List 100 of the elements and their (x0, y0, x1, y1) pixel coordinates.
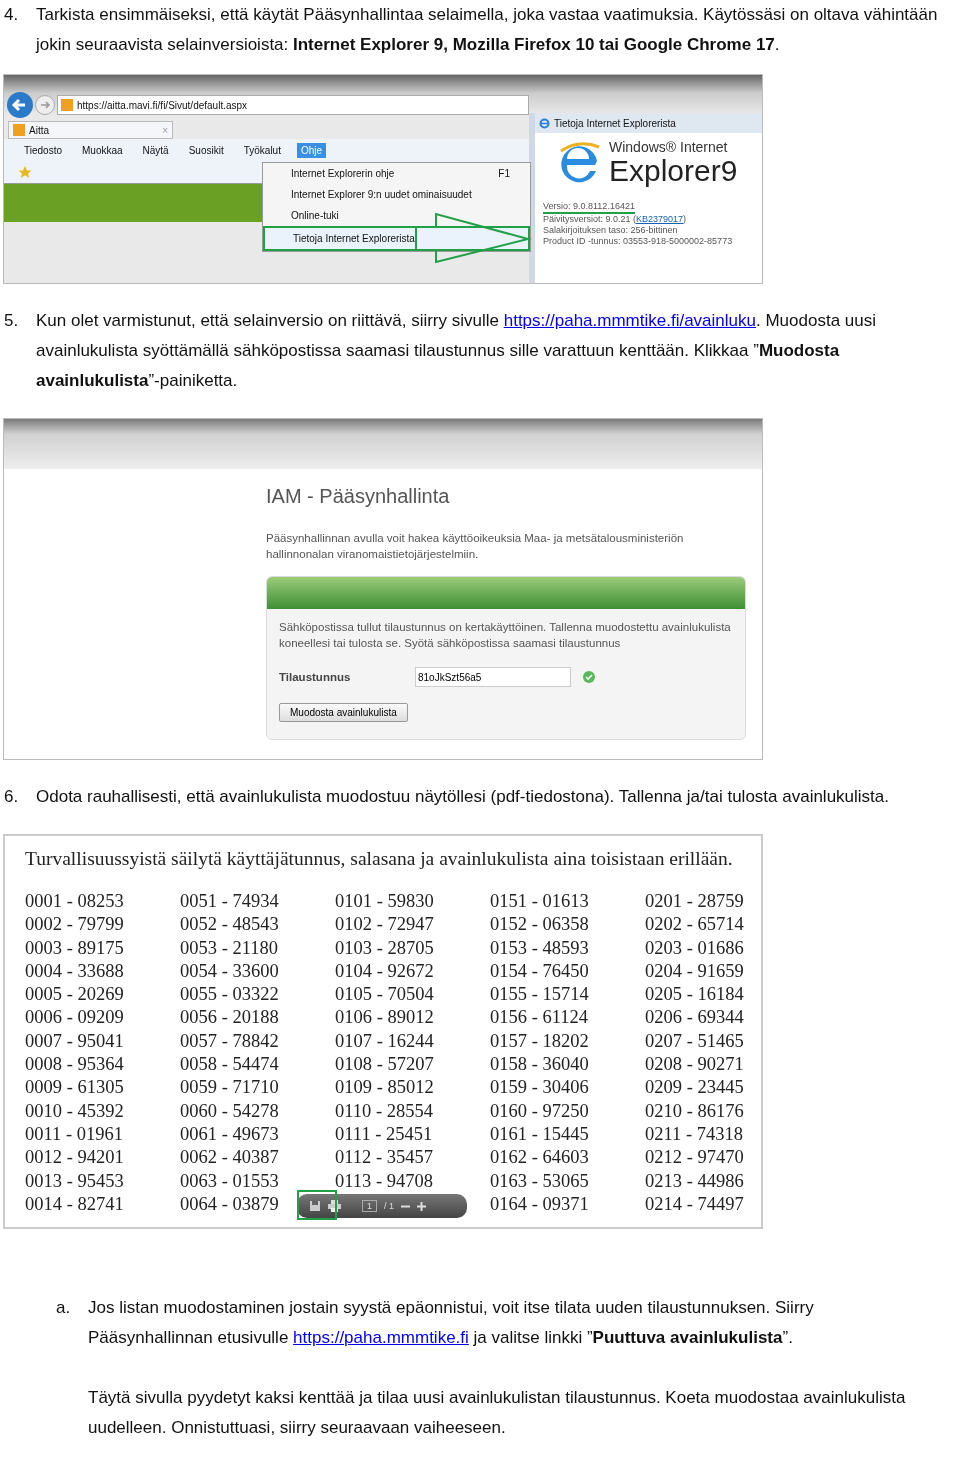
save-icon[interactable] (309, 1200, 321, 1212)
key-code: 0106 - 89012 (335, 1006, 434, 1030)
tab-title: Aitta (29, 124, 50, 136)
browser-logo-icon (539, 117, 550, 129)
key-code: 0007 - 95041 (25, 1029, 124, 1053)
menu-option[interactable]: Online-tuki (263, 205, 530, 226)
key-code: 0162 - 64603 (490, 1146, 589, 1170)
highlight-frame (297, 1190, 337, 1220)
key-code: 0009 - 61305 (25, 1076, 124, 1100)
updates-text: Päivitysversiot: 9.0.21 (KB2379017) (543, 214, 688, 225)
star-icon[interactable] (18, 165, 32, 179)
page-title: IAM - Pääsynhallinta (266, 485, 451, 508)
print-icon[interactable] (328, 1200, 341, 1212)
menu-item[interactable]: Suosikit (184, 142, 228, 158)
key-code: 0010 - 45392 (25, 1099, 124, 1123)
key-code: 0208 - 90271 (645, 1053, 744, 1077)
key-code: 0058 - 54474 (180, 1053, 279, 1077)
menu-item[interactable]: Tiedosto (20, 142, 66, 158)
key-code: 0203 - 01686 (645, 936, 744, 960)
instruction-text: Kun olet varmistunut, että selainversio on riittävä, siirry sivulle https://paha.mmmtike.fi/avainluku. Muodosta uusi avainlukulista syöttämällä sähköpostissa saamasi tilaustunnus sille varattuun kenttään. Klikkaa ”Muodosta avainlukulista”-painiketta. (36, 310, 877, 392)
key-code: 0158 - 36040 (490, 1053, 589, 1077)
zoom-in-icon[interactable] (417, 1201, 427, 1211)
key-code: 0108 - 57207 (335, 1053, 434, 1077)
key-code: 0101 - 59830 (335, 890, 434, 913)
key-code: 0005 - 20269 (25, 983, 124, 1007)
key-code: 0210 - 86176 (645, 1099, 744, 1123)
key-code: 0003 - 89175 (25, 936, 124, 960)
key-code: 0207 - 51465 (645, 1029, 744, 1053)
key-code: 0163 - 53065 (490, 1169, 589, 1193)
key-code: 0152 - 06358 (490, 913, 589, 937)
key-code: 0214 - 74497 (645, 1192, 744, 1216)
key-code: 0051 - 74934 (180, 890, 279, 913)
step-number: a. (56, 1297, 72, 1319)
menu-option[interactable]: Internet Explorerin ohje F1 (263, 163, 530, 184)
site-icon (61, 99, 73, 111)
key-code: 0104 - 92672 (335, 959, 434, 983)
site-icon (13, 124, 25, 136)
key-code: 0156 - 61124 (490, 1006, 588, 1030)
key-code: 0012 - 94201 (25, 1146, 124, 1170)
browser-tab[interactable]: Aitta × (8, 121, 173, 139)
menu-option[interactable]: Tietoja Internet Explorerista (263, 226, 530, 251)
logo-text: Windows® Internet (609, 139, 729, 155)
key-code: 0006 - 09209 (25, 1006, 124, 1030)
key-code: 0161 - 15445 (490, 1122, 589, 1146)
key-code: 0061 - 49673 (180, 1122, 279, 1146)
version-text: Versio: 9.0.8112.16421 (543, 201, 635, 214)
step-number: 5. (4, 310, 20, 332)
key-code: 0209 - 23445 (645, 1076, 744, 1100)
key-code: 0014 - 82741 (25, 1192, 124, 1216)
notice-text: Sähköpostissa tullut tilaustunnus on kertakäyttöinen. Tallenna muodostettu avainlukulista koneellesi tai tulosta se. Syötä sähköpostissa saamasi tilaustunnus (279, 620, 732, 651)
dialog-title: Tietoja Internet Explorerista (554, 117, 676, 129)
address-bar[interactable]: https://aitta.mavi.fi/fi/Sivut/default.aspx (57, 95, 529, 115)
arrow-icon (414, 212, 532, 264)
key-code: 0053 - 21180 (180, 936, 278, 960)
key-code: 0060 - 54278 (180, 1099, 279, 1123)
key-code: 0057 - 78842 (180, 1029, 279, 1053)
key-code: 0013 - 95453 (25, 1169, 124, 1193)
key-code: 0062 - 40387 (180, 1146, 279, 1170)
key-code: 0159 - 30406 (490, 1076, 589, 1100)
key-code: 0063 - 01553 (180, 1169, 279, 1193)
generate-button[interactable]: Muodosta avainlukulista (279, 703, 408, 722)
key-code: 0052 - 48543 (180, 913, 279, 937)
key-code: 0011 - 01961 (25, 1122, 123, 1146)
product-id-text: Product ID -tunnus: 03553-918-5000002-85773 (543, 236, 734, 247)
instruction-text: Jos listan muodostaminen jostain syystä epäonnistui, voit itse tilata uuden tilaustunnuksen. Siirry Pääsynhallinnan etusivulle https://paha.mmmtike.fi ja valitse linkki ”Puuttuva avainlukulista”. (88, 1297, 815, 1349)
key-code: 0059 - 71710 (180, 1076, 279, 1100)
instruction-text: Odota rauhallisesti, että avainlukulista muodostuu näytöllesi (pdf-tiedostona). Tallenna ja/tai tulosta avainlukulista. (36, 786, 889, 808)
link[interactable]: https://paha.mmmtike.fi (293, 1328, 469, 1347)
logo-text: Explorer9 (609, 155, 738, 187)
key-code: 0111 - 25451 (335, 1122, 433, 1146)
link[interactable]: https://paha.mmmtike.fi/avainluku (503, 311, 756, 330)
field-label: Tilaustunnus (279, 671, 352, 683)
menu-option[interactable]: Internet Explorer 9:n uudet ominaisuudet (263, 184, 530, 205)
menu-item[interactable]: Työkalut (239, 142, 285, 158)
key-code: 0212 - 97470 (645, 1146, 744, 1170)
key-code: 0154 - 76450 (490, 959, 589, 983)
key-code: 0001 - 08253 (25, 890, 124, 913)
key-code: 0211 - 74318 (645, 1122, 743, 1146)
key-code: 0157 - 18202 (490, 1029, 589, 1053)
key-code: 0160 - 97250 (490, 1099, 589, 1123)
key-code: 0054 - 33600 (180, 959, 279, 983)
key-code: 0155 - 15714 (490, 983, 589, 1007)
input-field[interactable]: 81oJkSzt56a5 (415, 667, 571, 687)
key-code: 0202 - 65714 (645, 913, 744, 937)
key-code: 0112 - 35457 (335, 1146, 433, 1170)
menu-item[interactable]: Muokkaa (78, 142, 127, 158)
key-code: 0102 - 72947 (335, 913, 434, 937)
intro-text: Pääsynhallinnan avulla voit hakea käyttöoikeuksia Maa- ja metsätalousministeriön hallinnonalan viranomaistietojärjestelmiin. (266, 531, 685, 562)
menu-item[interactable]: Näytä (138, 142, 173, 158)
key-code: 0113 - 94708 (335, 1169, 433, 1193)
page-number-field[interactable]: 1 (362, 1200, 377, 1212)
encryption-text: Salakirjoituksen taso: 256-bittinen (543, 225, 679, 236)
page-count: / 1 (384, 1201, 395, 1211)
key-code: 0206 - 69344 (645, 1006, 744, 1030)
key-code: 0103 - 28705 (335, 936, 434, 960)
key-code: 0004 - 33688 (25, 959, 124, 983)
key-code: 0064 - 03879 (180, 1192, 279, 1216)
key-code: 0205 - 16184 (645, 983, 744, 1007)
key-code: 0110 - 28554 (335, 1099, 433, 1123)
key-code: 0056 - 20188 (180, 1006, 279, 1030)
